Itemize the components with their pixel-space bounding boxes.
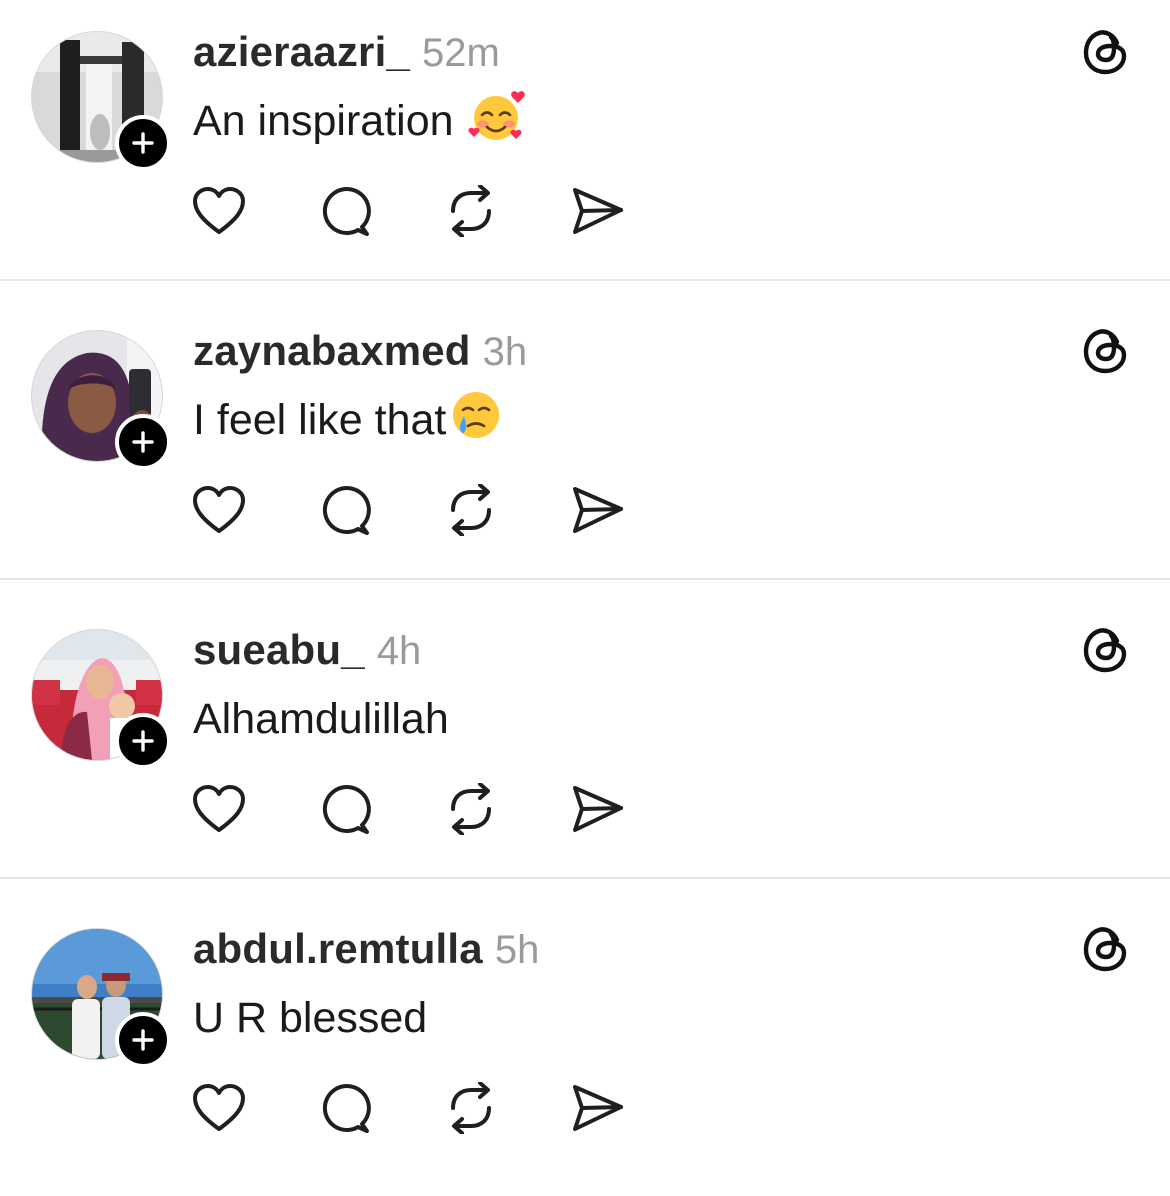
reply-item: zaynabaxmed 3h I feel like that xyxy=(0,299,1170,598)
plus-icon xyxy=(132,1029,154,1051)
smiling-face-with-tear-icon xyxy=(448,388,502,453)
timestamp: 4h xyxy=(376,629,422,673)
reply-header: abdul.remtulla 5h xyxy=(193,925,539,975)
repost-icon xyxy=(451,185,491,237)
reply-button[interactable] xyxy=(315,779,375,839)
reply-header: sueabu_ 4h xyxy=(193,626,421,676)
repost-icon xyxy=(451,484,491,536)
reply-button[interactable] xyxy=(315,1078,375,1138)
like-button[interactable] xyxy=(189,779,249,839)
follow-button[interactable] xyxy=(115,414,171,470)
reply-actions xyxy=(189,183,627,239)
reply-item: azieraazri_ 52m An inspiration xyxy=(0,0,1170,299)
comment-bubble-icon xyxy=(322,785,371,834)
repost-icon xyxy=(451,783,491,835)
repost-button[interactable] xyxy=(441,181,501,241)
like-button[interactable] xyxy=(189,1078,249,1138)
reply-actions xyxy=(189,482,627,538)
reply-item: abdul.remtulla 5h U R blessed xyxy=(0,897,1170,1196)
repost-icon xyxy=(451,1082,491,1134)
reply-text-row: U R blessed xyxy=(193,990,427,1046)
reply-text-row: An inspiration xyxy=(193,90,528,149)
divider xyxy=(0,279,1170,281)
like-button[interactable] xyxy=(189,181,249,241)
reply-text: An inspiration xyxy=(193,96,454,145)
username[interactable]: sueabu_ xyxy=(193,626,365,674)
username[interactable]: zaynabaxmed xyxy=(193,327,471,375)
comment-bubble-icon xyxy=(322,187,371,236)
timestamp: 5h xyxy=(494,928,540,972)
follow-button[interactable] xyxy=(115,713,171,769)
share-button[interactable] xyxy=(567,480,627,540)
repost-button[interactable] xyxy=(441,779,501,839)
replies-feed: azieraazri_ 52m An inspiration zaynabaxm… xyxy=(0,0,1170,1182)
reply-text: U R blessed xyxy=(193,993,428,1042)
plus-icon xyxy=(132,132,154,154)
reply-header: zaynabaxmed 3h xyxy=(193,327,527,377)
reply-text-row: Alhamdulillah xyxy=(193,691,449,747)
plus-icon xyxy=(132,730,154,752)
avatar-container[interactable] xyxy=(31,31,171,171)
avatar-container[interactable] xyxy=(31,629,171,769)
heart-icon xyxy=(193,785,245,832)
repost-button[interactable] xyxy=(441,480,501,540)
send-icon xyxy=(573,188,623,234)
username[interactable]: azieraazri_ xyxy=(193,28,410,76)
username[interactable]: abdul.remtulla xyxy=(193,925,483,973)
repost-button[interactable] xyxy=(441,1078,501,1138)
divider xyxy=(0,877,1170,879)
divider xyxy=(0,578,1170,580)
smiling-face-with-hearts-icon xyxy=(468,89,528,154)
share-button[interactable] xyxy=(567,779,627,839)
threads-logo-icon[interactable] xyxy=(1080,923,1132,975)
threads-logo-icon[interactable] xyxy=(1080,325,1132,377)
timestamp: 3h xyxy=(482,330,528,374)
comment-bubble-icon xyxy=(322,486,371,535)
follow-button[interactable] xyxy=(115,115,171,171)
reply-header: azieraazri_ 52m xyxy=(193,28,500,78)
like-button[interactable] xyxy=(189,480,249,540)
share-button[interactable] xyxy=(567,181,627,241)
comment-bubble-icon xyxy=(322,1084,371,1133)
heart-icon xyxy=(193,187,245,234)
timestamp: 52m xyxy=(422,31,500,75)
reply-actions xyxy=(189,1080,627,1136)
reply-text: Alhamdulillah xyxy=(193,694,449,743)
reply-actions xyxy=(189,781,627,837)
send-icon xyxy=(573,786,623,832)
reply-button[interactable] xyxy=(315,480,375,540)
reply-text-row: I feel like that xyxy=(193,391,502,448)
heart-icon xyxy=(193,486,245,533)
avatar-container[interactable] xyxy=(31,330,171,470)
heart-icon xyxy=(193,1084,245,1131)
send-icon xyxy=(573,487,623,533)
avatar-container[interactable] xyxy=(31,928,171,1068)
threads-logo-icon[interactable] xyxy=(1080,26,1132,78)
reply-item: sueabu_ 4h Alhamdulillah xyxy=(0,598,1170,897)
reply-button[interactable] xyxy=(315,181,375,241)
share-button[interactable] xyxy=(567,1078,627,1138)
follow-button[interactable] xyxy=(115,1012,171,1068)
threads-logo-icon[interactable] xyxy=(1080,624,1132,676)
reply-text: I feel like that xyxy=(193,395,447,444)
send-icon xyxy=(573,1085,623,1131)
plus-icon xyxy=(132,431,154,453)
